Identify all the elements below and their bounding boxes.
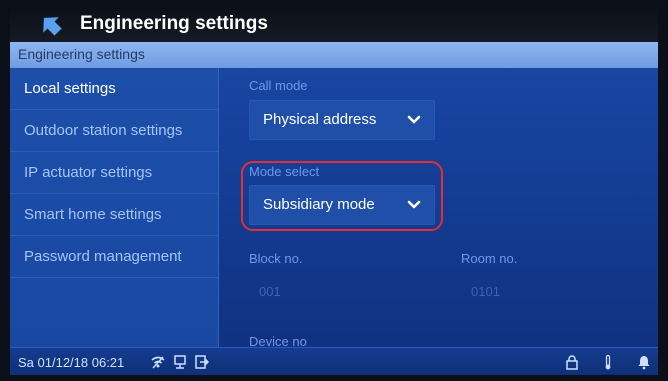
call-mode-dropdown[interactable]: Physical address [249, 100, 435, 140]
call-mode-label: Call mode [249, 78, 308, 93]
settings-panel: Call mode Physical address Mode select S… [219, 68, 658, 349]
sidebar-item-label: IP actuator settings [24, 164, 153, 181]
title-bar: Engineering settings [10, 6, 658, 42]
call-mode-value: Physical address [263, 111, 377, 128]
chevron-down-icon [407, 200, 421, 209]
bell-icon [638, 356, 650, 370]
sidebar-item-password-management[interactable]: Password management [10, 236, 218, 278]
screen: Engineering settings Engineering setting… [0, 0, 668, 381]
date-time: Sa 01/12/18 06:21 [18, 355, 125, 370]
sidebar-item-ip-actuator-settings[interactable]: IP actuator settings [10, 152, 218, 194]
back-arrow-icon[interactable] [38, 12, 64, 38]
breadcrumb-label: Engineering settings [18, 46, 145, 62]
sidebar-item-label: Outdoor station settings [24, 122, 183, 139]
block-no-field[interactable]: 001 [249, 274, 429, 308]
wifi-icon [151, 356, 165, 369]
block-no-value: 001 [259, 284, 281, 299]
chevron-down-icon [407, 115, 421, 124]
status-bar: Sa 01/12/18 06:21 [10, 347, 658, 376]
bezel [0, 0, 668, 6]
lock-icon [566, 355, 578, 370]
exit-icon [195, 355, 210, 369]
mode-select-dropdown[interactable]: Subsidiary mode [249, 185, 435, 225]
sidebar-item-local-settings[interactable]: Local settings [10, 68, 218, 110]
network-icon [174, 355, 186, 369]
room-no-value: 0101 [471, 284, 500, 299]
room-no-label: Room no. [461, 251, 518, 266]
page-title: Engineering settings [80, 13, 268, 34]
block-no-label: Block no. [249, 251, 303, 266]
thermometer-icon [605, 354, 611, 370]
sidebar-item-label: Local settings [24, 80, 116, 97]
breadcrumb-bar: Engineering settings [10, 42, 658, 68]
room-no-field[interactable]: 0101 [461, 274, 641, 308]
bezel [0, 0, 10, 381]
sidebar-item-outdoor-station-settings[interactable]: Outdoor station settings [10, 110, 218, 152]
sidebar-item-label: Smart home settings [24, 206, 162, 223]
sidebar-item-smart-home-settings[interactable]: Smart home settings [10, 194, 218, 236]
bezel [658, 0, 668, 381]
mode-select-value: Subsidiary mode [263, 196, 375, 213]
sidebar: Local settings Outdoor station settings … [10, 68, 219, 347]
sidebar-item-label: Password management [24, 248, 182, 265]
bezel [0, 375, 668, 381]
mode-select-label: Mode select [249, 164, 320, 179]
